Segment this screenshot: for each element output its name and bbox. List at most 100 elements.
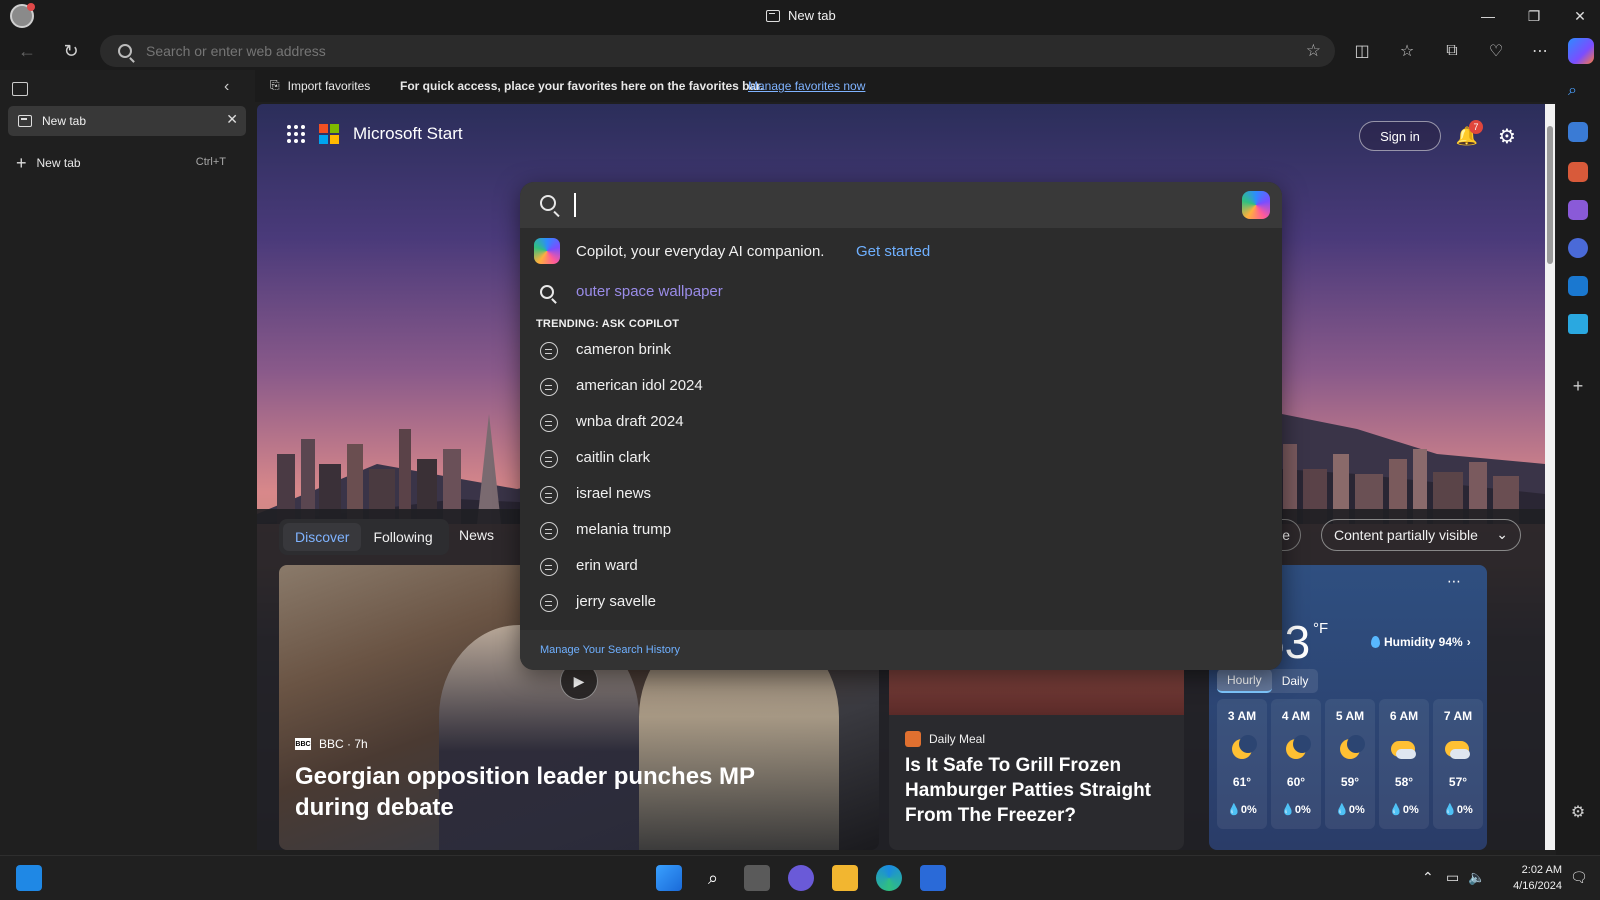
chat-bubble-icon — [540, 522, 558, 540]
widgets-icon[interactable] — [16, 865, 42, 891]
forecast-hour[interactable]: 3 AM 61° 💧0% — [1217, 699, 1267, 829]
content-visibility-dropdown[interactable]: Content partially visible ⌄ — [1321, 519, 1521, 551]
outlook-icon[interactable] — [1568, 276, 1588, 296]
show-hidden-icons-chevron-icon[interactable]: ⌃ — [1422, 869, 1434, 886]
copilot-get-started-link[interactable]: Get started — [856, 243, 930, 260]
profile-alert-dot — [27, 3, 35, 11]
microsoft-365-icon[interactable] — [1568, 238, 1588, 258]
suggestion-label: melania trump — [576, 521, 672, 538]
copilot-icon[interactable] — [1242, 191, 1270, 219]
new-tab-button[interactable]: + New tab Ctrl+T — [8, 148, 246, 178]
page-settings-gear-icon[interactable]: ⚙ — [1493, 122, 1521, 150]
new-tab-label: New tab — [36, 156, 81, 170]
close-tab-icon[interactable]: ✕ — [226, 111, 238, 128]
suggestion-label: cameron brink — [576, 341, 672, 358]
feed-tab-group: Discover Following — [279, 519, 449, 555]
tab-daily[interactable]: Daily — [1272, 669, 1319, 693]
tab-discover[interactable]: Discover — [283, 523, 362, 551]
search-input-row — [520, 182, 1282, 228]
minimize-button[interactable]: — — [1465, 0, 1511, 32]
sign-in-button[interactable]: Sign in — [1359, 121, 1441, 151]
forecast-time: 6 AM — [1389, 709, 1419, 723]
shopping-icon[interactable] — [1568, 122, 1588, 142]
manage-favorites-link[interactable]: Manage favorites now — [748, 79, 865, 93]
forecast-hour[interactable]: 5 AM 59° 💧0% — [1325, 699, 1375, 829]
search-suggestions-dropdown: Copilot, your everyday AI companion. Get… — [520, 182, 1282, 670]
volume-icon[interactable]: 🔈 — [1468, 869, 1485, 886]
trending-suggestion[interactable]: caitlin clark — [520, 441, 1282, 477]
scrollbar-thumb[interactable] — [1547, 126, 1553, 264]
teams-chat-icon[interactable] — [788, 865, 814, 891]
back-button[interactable]: ← — [12, 36, 42, 66]
edge-icon[interactable] — [876, 865, 902, 891]
app-launcher-icon[interactable] — [287, 125, 305, 143]
news-headline[interactable]: Is It Safe To Grill Frozen Hamburger Pat… — [905, 753, 1175, 828]
add-sidebar-app-icon[interactable]: + — [1568, 376, 1588, 396]
news-source: Daily Meal — [905, 731, 985, 747]
trending-suggestion[interactable]: wnba draft 2024 — [520, 405, 1282, 441]
trending-suggestion[interactable]: erin ward — [520, 549, 1282, 585]
forecast-hour[interactable]: 7 AM 57° 💧0% — [1433, 699, 1483, 829]
tab-news[interactable]: News — [459, 527, 494, 543]
tab-label: New tab — [42, 114, 87, 128]
network-icon[interactable]: ▭ — [1446, 869, 1459, 886]
tab-hourly[interactable]: Hourly — [1217, 669, 1272, 693]
window-title: New tab — [766, 8, 836, 23]
trending-suggestion[interactable]: israel news — [520, 477, 1282, 513]
refresh-button[interactable]: ↻ — [56, 36, 86, 66]
search-icon[interactable]: ⌕ — [1568, 82, 1588, 102]
recent-search-item[interactable]: outer space wallpaper — [576, 283, 723, 300]
tab-following[interactable]: Following — [361, 523, 444, 551]
browser-essentials-icon[interactable]: ♡ — [1481, 36, 1511, 66]
news-source-label: BBC · 7h — [319, 737, 368, 751]
collapse-pane-icon[interactable]: ‹ — [224, 78, 229, 96]
copilot-icon[interactable] — [1568, 38, 1594, 64]
drop-icon[interactable] — [1568, 314, 1588, 334]
forecast-precip: 💧0% — [1227, 804, 1257, 816]
trending-suggestion[interactable]: american idol 2024 — [520, 369, 1282, 405]
address-bar[interactable]: ☆ — [100, 35, 1335, 67]
chat-bubble-icon — [540, 486, 558, 504]
manage-search-history-link[interactable]: Manage Your Search History — [540, 644, 680, 656]
games-icon[interactable] — [1568, 200, 1588, 220]
trending-suggestion[interactable]: cameron brink — [520, 333, 1282, 369]
favorite-star-icon[interactable]: ☆ — [1306, 41, 1321, 61]
news-headline[interactable]: Georgian opposition leader punches MP du… — [295, 761, 835, 823]
restore-button[interactable]: ❐ — [1511, 0, 1557, 32]
tab-actions-icon[interactable] — [12, 82, 28, 96]
collections-icon[interactable]: ⧉ — [1437, 36, 1467, 66]
close-button[interactable]: ✕ — [1557, 0, 1600, 32]
page-scrollbar[interactable] — [1545, 104, 1555, 850]
notification-center-icon[interactable]: 🗨 — [1570, 869, 1588, 886]
ms-start-title[interactable]: Microsoft Start — [353, 124, 463, 144]
more-options-icon[interactable]: ⋯ — [1447, 573, 1461, 590]
tab-new-tab[interactable]: New tab ✕ — [8, 106, 246, 136]
task-view-icon[interactable] — [744, 865, 770, 891]
more-options-icon[interactable]: ⋯ — [1525, 36, 1555, 66]
chevron-right-icon: › — [1466, 635, 1471, 649]
moon-icon — [1286, 735, 1311, 759]
water-drop-icon — [1371, 636, 1380, 648]
search-icon[interactable]: ⌕ — [700, 865, 726, 891]
favorites-icon[interactable]: ☆ — [1392, 36, 1422, 66]
store-icon[interactable] — [920, 865, 946, 891]
forecast-hour[interactable]: 4 AM 60° 💧0% — [1271, 699, 1321, 829]
system-clock[interactable]: 2:02 AM 4/16/2024 — [1490, 862, 1562, 894]
address-input[interactable] — [146, 43, 1246, 59]
sidebar-settings-gear-icon[interactable]: ⚙ — [1568, 802, 1588, 822]
humidity-readout[interactable]: Humidity 94% › — [1371, 635, 1471, 649]
microsoft-logo-icon — [319, 124, 339, 144]
profile-avatar[interactable] — [10, 3, 35, 28]
forecast-precip: 💧0% — [1335, 804, 1365, 816]
trending-suggestion[interactable]: melania trump — [520, 513, 1282, 549]
import-favorites-button[interactable]: ⎘ Import favorites — [270, 78, 370, 93]
split-screen-icon[interactable]: ◫ — [1347, 36, 1377, 66]
tools-icon[interactable] — [1568, 162, 1588, 182]
tab-icon — [18, 115, 32, 127]
notifications-bell-icon[interactable]: 🔔 7 — [1453, 120, 1483, 150]
search-input[interactable] — [574, 193, 1194, 217]
file-explorer-icon[interactable] — [832, 865, 858, 891]
forecast-hour[interactable]: 6 AM 58° 💧0% — [1379, 699, 1429, 829]
trending-suggestion[interactable]: jerry savelle — [520, 585, 1282, 621]
windows-start-icon[interactable] — [656, 865, 682, 891]
